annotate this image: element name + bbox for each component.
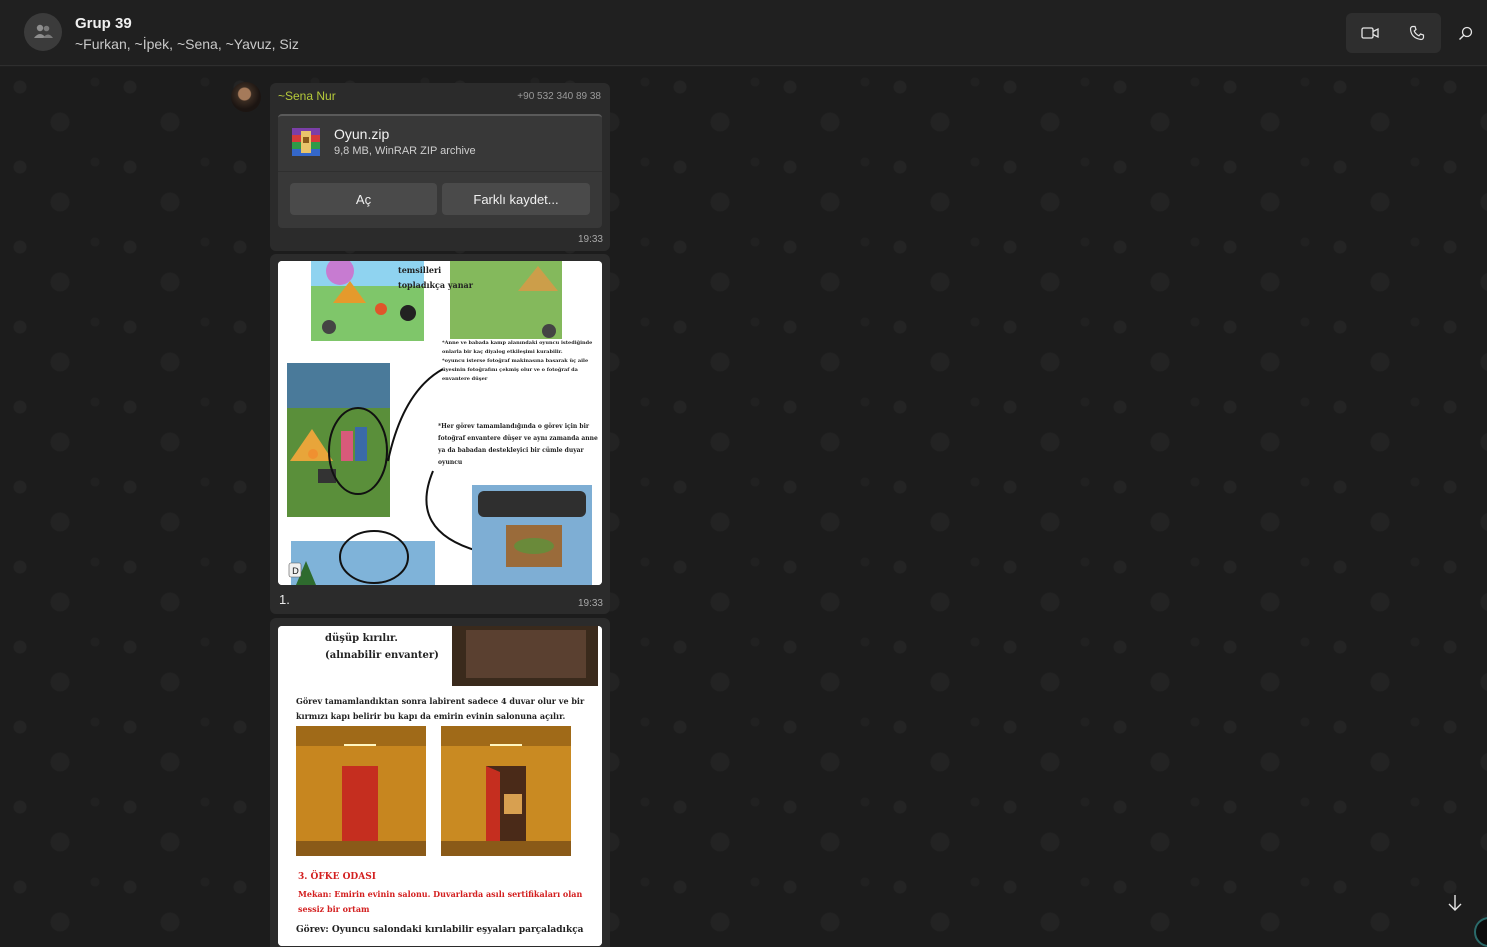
save-as-button[interactable]: Farklı kaydet... <box>442 183 590 215</box>
file-meta: 9,8 MB, WinRAR ZIP archive <box>334 145 476 157</box>
image-attachment-1[interactable]: temsilleri topladıkça yanar *Anne ve bab… <box>278 261 602 585</box>
video-call-button[interactable] <box>1346 13 1394 53</box>
group-avatar-icon[interactable] <box>24 13 62 51</box>
arrow-down-icon <box>1448 895 1462 911</box>
chat-header: Grup 39 ~Furkan, ~İpek, ~Sena, ~Yavuz, S… <box>0 0 1487 66</box>
chat-area[interactable] <box>0 67 1487 947</box>
search-button[interactable] <box>1452 20 1478 46</box>
sender-phone: +90 532 340 89 38 <box>517 91 601 102</box>
message-time: 19:33 <box>577 598 603 609</box>
search-icon <box>1458 26 1472 40</box>
image-d-label: D <box>292 567 299 577</box>
message-time: 19:33 <box>577 234 603 245</box>
image-attachment-2[interactable]: düşüp kırılır. (alınabilir envanter) Gör… <box>278 626 602 946</box>
doc-line-2: (alınabilir envanter) <box>325 650 439 661</box>
image-caption: 1. <box>279 592 290 607</box>
image-note-3: *Her görev tamamlandığında o görev için … <box>438 423 598 466</box>
open-file-button[interactable]: Aç <box>290 183 437 215</box>
chat-members[interactable]: ~Furkan, ~İpek, ~Sena, ~Yavuz, Siz <box>75 36 299 52</box>
image-note-1: *Anne ve babada kamp alanındaki oyuncu i… <box>442 340 593 355</box>
message-bubble-image[interactable]: temsilleri topladıkça yanar *Anne ve bab… <box>270 254 610 614</box>
image-text-top-1: temsilleri <box>398 265 441 275</box>
doc-red-description: Mekan: Emirin evinin salonu. Duvarlarda … <box>298 889 583 915</box>
doc-paragraph: Görev tamamlandıktan sonra labirent sade… <box>296 696 585 722</box>
doc-line-1: düşüp kırılır. <box>325 633 398 644</box>
file-attachment[interactable]: Oyun.zip 9,8 MB, WinRAR ZIP archive Aç F… <box>278 114 602 228</box>
call-button-group <box>1346 13 1441 53</box>
image-note-2: *oyuncu isterse fotoğraf makinasına basa… <box>442 358 589 382</box>
chat-title[interactable]: Grup 39 <box>75 15 132 32</box>
winrar-archive-icon <box>292 128 320 156</box>
message-bubble-image[interactable]: düşüp kırılır. (alınabilir envanter) Gör… <box>270 618 610 947</box>
voice-call-button[interactable] <box>1394 13 1442 53</box>
doc-task: Görev: Oyuncu salondaki kırılabilir eşya… <box>296 925 584 935</box>
sender-name[interactable]: ~Sena Nur <box>278 89 336 103</box>
image-text-top-2: topladıkça yanar <box>398 280 474 290</box>
scroll-to-bottom-button[interactable] <box>1441 889 1469 917</box>
game-design-illustration: temsilleri topladıkça yanar *Anne ve bab… <box>278 261 602 585</box>
video-call-icon <box>1361 27 1379 39</box>
file-name: Oyun.zip <box>334 126 390 142</box>
voice-call-icon <box>1410 25 1425 41</box>
sender-avatar[interactable] <box>231 82 261 112</box>
message-bubble-file[interactable]: ~Sena Nur +90 532 340 89 38 Oyun.zip 9,8… <box>270 83 610 251</box>
file-divider <box>278 171 602 172</box>
doc-heading: 3. ÖFKE ODASI <box>298 872 376 882</box>
